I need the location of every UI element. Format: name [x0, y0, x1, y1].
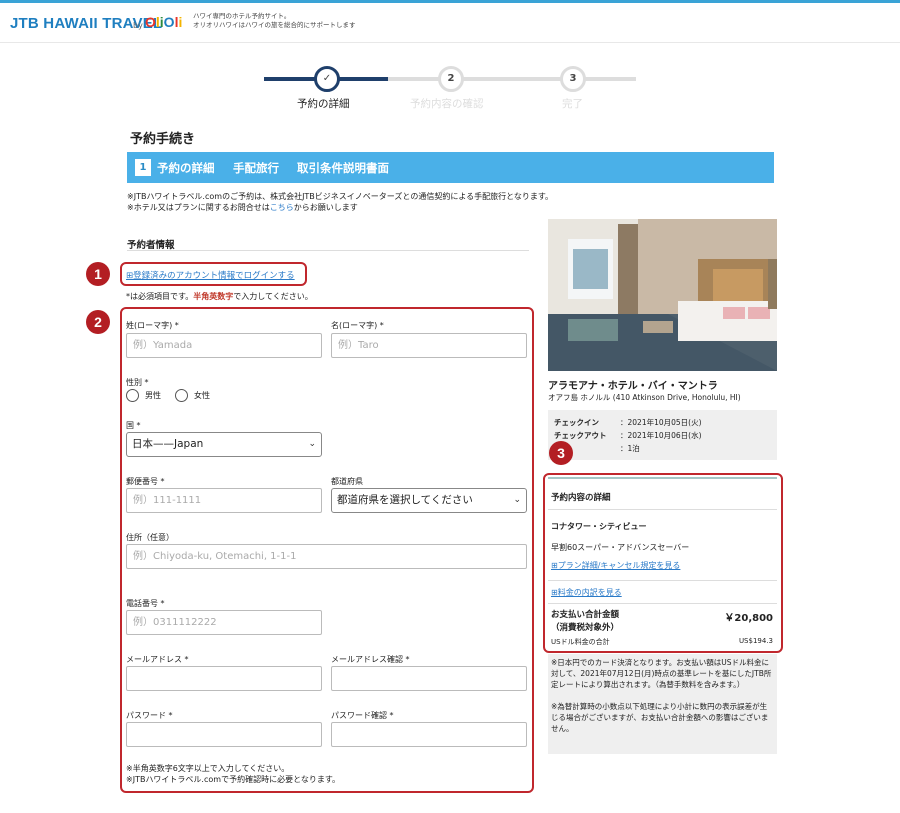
prefecture-label: 都道府県 [331, 477, 363, 486]
section-tab-bar: 1 予約の詳細 手配旅行 取引条件説明書面 [127, 152, 774, 183]
step-line-pending [388, 77, 636, 81]
chevron-down-icon: ⌄ [308, 439, 316, 449]
payment-note: ※日本円でのカード決済となります。お支払い額はUSドル料金に対して、2021年0… [548, 654, 777, 754]
last-name-label: 姓(ローマ字) * [126, 321, 179, 330]
prefecture-select[interactable]: 都道府県を選択してください ⌄ [331, 488, 527, 513]
phone-label: 電話番号 * [126, 599, 165, 608]
booking-notice: ※JTBハワイトラベル.comのご予約は、株式会社JTBビジネスイノベーターズと… [127, 192, 554, 212]
email-label: メールアドレス * [126, 655, 189, 664]
gender-male-label: 男性 [145, 391, 161, 400]
password-confirm-input[interactable] [331, 722, 527, 747]
address-label: 住所（任意） [126, 533, 174, 542]
tab-terms-document[interactable]: 取引条件説明書面 [297, 160, 389, 176]
country-select[interactable]: 日本——Japan ⌄ [126, 432, 322, 457]
contact-link[interactable]: こちら [270, 203, 294, 212]
callout-badge-2: 2 [86, 310, 110, 334]
page-title: 予約手続き [130, 132, 196, 147]
tab-arranged-travel[interactable]: 手配旅行 [233, 160, 279, 176]
first-name-label: 名(ローマ字) * [331, 321, 384, 330]
progress-steps: ✓ 2 3 予約の詳細 予約内容の確認 完了 [264, 64, 636, 114]
phone-input[interactable]: 例）0311112222 [126, 610, 322, 635]
email-confirm-label: メールアドレス確認 * [331, 655, 410, 664]
country-label: 国 * [126, 421, 141, 430]
password-note: ※半角英数字6文字以上で入力してください。 ※JTBハワイトラベル.comで予約… [126, 764, 341, 784]
site-header: JTB HAWAII TRAVEL by OliOli ハワイ専門のホテル予約サ… [0, 3, 900, 43]
gender-female-radio[interactable] [175, 389, 188, 402]
hotel-address: オアフ島 ホノルル (410 Atkinson Drive, Honolulu,… [548, 393, 741, 402]
address-input[interactable]: 例）Chiyoda-ku, Otemachi, 1-1-1 [126, 544, 527, 569]
booker-info-heading: 予約者情報 [127, 240, 175, 251]
email-confirm-input[interactable] [331, 666, 527, 691]
checkin-row: チェックイン ：2021年10月05日(火) [554, 418, 702, 427]
email-input[interactable] [126, 666, 322, 691]
tab-number: 1 [135, 159, 151, 176]
highlight-details [543, 473, 783, 653]
stay-dates-box: チェックイン ：2021年10月05日(火) チェックアウト ：2021年10月06… [548, 410, 777, 460]
step-1-label: 予約の詳細 [297, 98, 350, 110]
section-divider [127, 250, 529, 251]
password-confirm-label: パスワード確認 * [331, 711, 394, 720]
step-2-label: 予約内容の確認 [410, 98, 484, 110]
required-note: *は必須項目です。半角英数字で入力してください。 [126, 292, 313, 301]
step-3-circle: 3 [560, 66, 586, 92]
gender-male-radio[interactable] [126, 389, 139, 402]
gender-label: 性別 * [126, 378, 149, 387]
callout-badge-1: 1 [86, 262, 110, 286]
last-name-input[interactable]: 例）Yamada [126, 333, 322, 358]
tab-booking-details[interactable]: 予約の詳細 [157, 160, 215, 176]
olioli-logo[interactable]: OliOli [145, 14, 182, 30]
password-input[interactable] [126, 722, 322, 747]
step-2-circle: 2 [438, 66, 464, 92]
room-illustration [548, 219, 777, 371]
password-label: パスワード * [126, 711, 173, 720]
callout-badge-3: 3 [549, 441, 573, 465]
checkout-row: チェックアウト ：2021年10月06日(水) [554, 431, 702, 440]
postal-code-label: 郵便番号 * [126, 477, 165, 486]
hotel-name: アラモアナ・ホテル・バイ・マントラ [548, 381, 718, 392]
step-3-label: 完了 [562, 98, 583, 110]
header-tagline: ハワイ専門のホテル予約サイト。 オリオリハワイはハワイの旅を総合的にサポートしま… [193, 12, 356, 29]
chevron-down-icon: ⌄ [513, 495, 521, 505]
logo-by-text: by [133, 21, 143, 30]
gender-female-label: 女性 [194, 391, 210, 400]
postal-code-input[interactable]: 例）111-1111 [126, 488, 322, 513]
login-link[interactable]: ⊞登録済みのアカウント情報でログインする [126, 269, 295, 281]
step-1-check-icon: ✓ [314, 66, 340, 92]
hotel-room-photo [548, 219, 777, 371]
first-name-input[interactable]: 例）Taro [331, 333, 527, 358]
